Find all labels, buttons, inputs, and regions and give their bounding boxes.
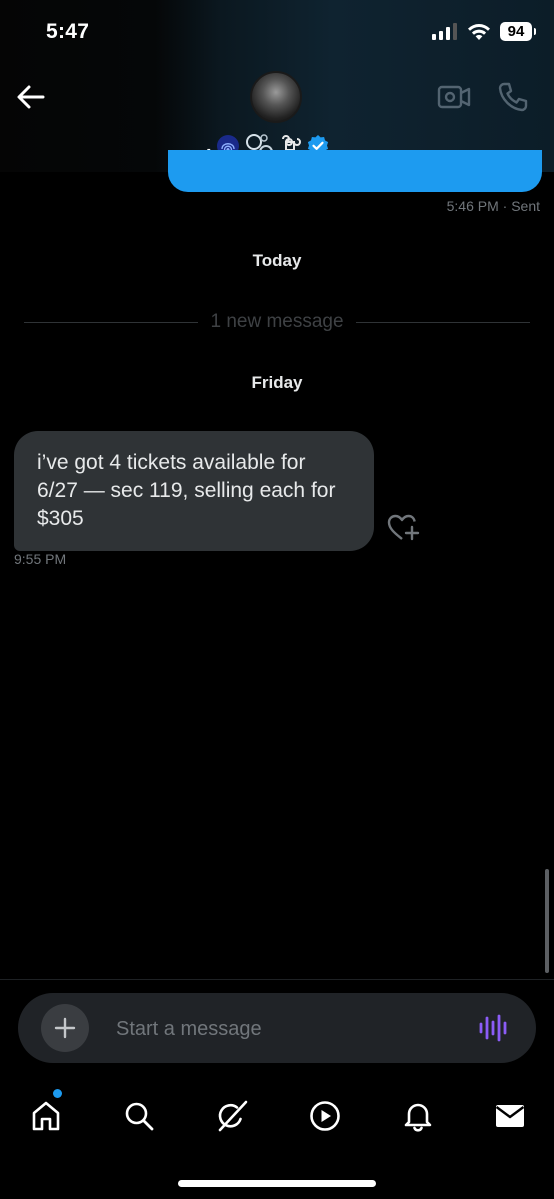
phone-call-button[interactable]	[496, 80, 530, 114]
play-circle-icon	[310, 1101, 340, 1131]
new-message-divider: 1 new message	[24, 309, 531, 335]
status-time: 5:47	[46, 20, 90, 43]
received-message-bubble[interactable]: i’ve got 4 tickets available for 6/27 — …	[14, 431, 374, 551]
avatar[interactable]	[250, 71, 302, 123]
battery-indicator: 94	[500, 22, 536, 41]
tab-videos[interactable]	[303, 1094, 347, 1138]
message-input[interactable]	[114, 1011, 458, 1047]
tab-notifications[interactable]	[396, 1094, 440, 1138]
plus-icon	[54, 1017, 76, 1039]
message-composer	[18, 993, 536, 1063]
home-notification-dot	[53, 1089, 62, 1098]
heart-plus-icon	[387, 514, 420, 541]
scrollbar[interactable]	[545, 869, 549, 973]
back-arrow-icon	[17, 85, 45, 109]
video-call-button[interactable]	[436, 80, 472, 114]
composer-divider	[0, 979, 554, 980]
sent-message-bubble[interactable]	[168, 150, 542, 192]
divider-line	[24, 321, 199, 323]
search-icon	[125, 1102, 154, 1131]
sent-message-meta: 5:46 PM · Sent	[446, 198, 540, 214]
conversation-header: 5:47 94 .	[0, 0, 554, 172]
tab-messages[interactable]	[488, 1094, 532, 1138]
bell-icon	[404, 1103, 432, 1132]
tab-search[interactable]	[117, 1094, 161, 1138]
video-call-icon	[437, 85, 471, 109]
home-indicator[interactable]	[178, 1180, 376, 1187]
status-indicators: 94	[432, 22, 536, 41]
date-separator-today: Today	[252, 251, 302, 270]
wifi-icon	[468, 23, 490, 40]
add-reaction-button[interactable]	[386, 513, 420, 543]
home-icon	[32, 1101, 60, 1131]
new-message-label: 1 new message	[210, 311, 344, 332]
envelope-icon	[495, 1105, 525, 1127]
cellular-signal-icon	[432, 23, 457, 40]
voice-message-button[interactable]	[478, 1013, 510, 1043]
tab-home[interactable]	[24, 1094, 68, 1138]
grok-icon	[218, 1100, 248, 1132]
back-button[interactable]	[14, 80, 48, 114]
divider-line	[355, 321, 531, 323]
phone-call-icon	[498, 82, 528, 112]
received-message-time: 9:55 PM	[14, 551, 67, 567]
voice-waveform-icon	[479, 1014, 507, 1042]
date-separator-friday: Friday	[251, 373, 303, 392]
add-attachment-button[interactable]	[41, 1004, 89, 1052]
tab-grok[interactable]	[210, 1094, 254, 1138]
